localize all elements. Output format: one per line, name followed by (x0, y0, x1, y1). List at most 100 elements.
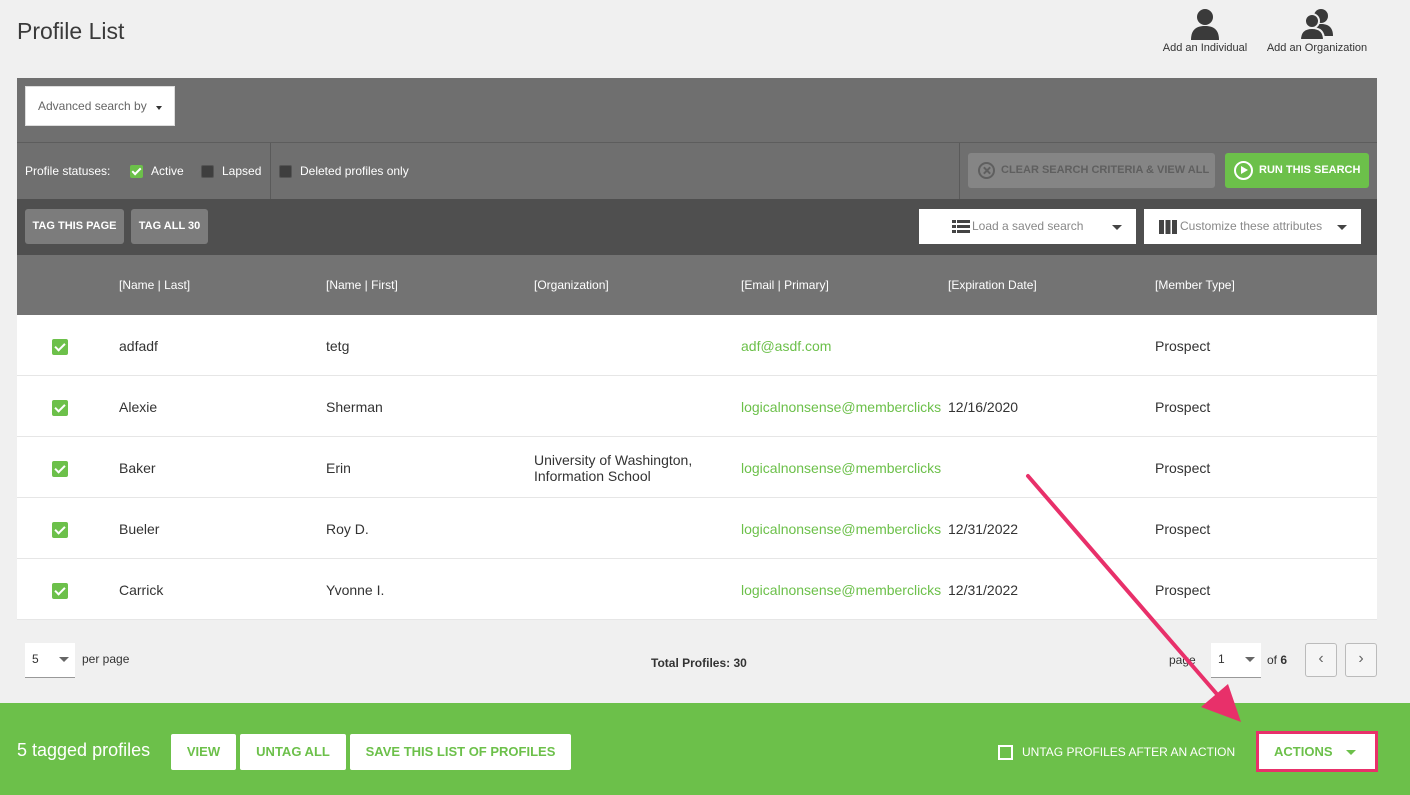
per-page-label: per page (82, 652, 130, 666)
cell-member-type: Prospect (1155, 521, 1211, 537)
person-icon (1191, 9, 1219, 40)
run-search-label: RUN THIS SEARCH (1259, 164, 1361, 176)
table-header: [Name | Last] [Name | First] [Organizati… (17, 255, 1377, 315)
cell-first-name: Erin (326, 460, 351, 476)
lapsed-checkbox[interactable] (201, 165, 214, 178)
cell-email-link[interactable]: logicalnonsense@memberclicks (741, 460, 941, 476)
active-label: Active (151, 164, 184, 178)
column-header-first-name[interactable]: [Name | First] (326, 278, 398, 292)
cell-last-name: Alexie (119, 399, 158, 415)
page-value: 1 (1218, 652, 1225, 666)
page-select[interactable]: 1 (1211, 643, 1261, 678)
columns-icon (1159, 220, 1177, 234)
add-individual-label: Add an Individual (1162, 42, 1248, 54)
table-toolbar: TAG THIS PAGE TAG ALL 30 Load a saved se… (17, 199, 1377, 255)
row-tag-checkbox[interactable] (52, 400, 68, 416)
add-organization-label: Add an Organization (1266, 42, 1368, 54)
cell-last-name: Baker (119, 460, 156, 476)
status-row: Profile statuses: Active Lapsed Deleted … (17, 143, 1377, 199)
view-button[interactable]: VIEW (171, 734, 236, 770)
people-icon (1300, 9, 1333, 40)
caret-down-icon (59, 657, 69, 662)
column-header-expiration[interactable]: [Expiration Date] (948, 278, 1037, 292)
actions-label: ACTIONS (1274, 744, 1333, 759)
caret-down-icon (1112, 225, 1122, 230)
untag-after-action-label: UNTAG PROFILES AFTER AN ACTION (1022, 745, 1236, 759)
play-circle-icon (1234, 161, 1253, 180)
customize-attributes-dropdown[interactable]: Customize these attributes (1144, 209, 1361, 244)
cell-member-type: Prospect (1155, 338, 1211, 354)
cell-organization: University of Washington, Information Sc… (534, 452, 734, 484)
actions-button[interactable]: ACTIONS (1256, 731, 1378, 772)
pagination-bar: 5 per page Total Profiles: 30 page 1 of … (17, 621, 1377, 703)
cell-expiration: 12/31/2022 (948, 582, 1019, 598)
add-organization-button[interactable]: Add an Organization (1262, 8, 1372, 54)
cell-email-link[interactable]: logicalnonsense@memberclicks (741, 399, 941, 415)
caret-down-icon (156, 106, 162, 110)
cell-first-name: Yvonne I. (326, 582, 385, 598)
table-row: adfadf tetg adf@asdf.com Prospect (17, 315, 1377, 376)
per-page-select[interactable]: 5 (25, 643, 75, 678)
total-pages-label: of 6 (1267, 653, 1287, 667)
profile-statuses-label: Profile statuses: (25, 164, 111, 178)
active-checkbox[interactable] (130, 165, 143, 178)
untag-all-button[interactable]: UNTAG ALL (240, 734, 346, 770)
tagged-profiles-bar: 5 tagged profiles VIEW UNTAG ALL SAVE TH… (0, 703, 1410, 795)
column-header-organization[interactable]: [Organization] (534, 278, 609, 292)
row-tag-checkbox[interactable] (52, 522, 68, 538)
save-list-button[interactable]: SAVE THIS LIST OF PROFILES (350, 734, 571, 770)
profile-table: adfadf tetg adf@asdf.com Prospect Alexie… (17, 315, 1377, 620)
page-label: page (1169, 653, 1196, 667)
cell-organization-line: Information School (534, 468, 651, 484)
cell-member-type: Prospect (1155, 460, 1211, 476)
of-label: of (1267, 653, 1278, 667)
load-saved-search-label: Load a saved search (972, 219, 1084, 233)
advanced-search-label: Advanced search by (38, 99, 147, 113)
search-panel: Advanced search by Profile statuses: Act… (17, 78, 1377, 199)
caret-down-icon (1245, 657, 1255, 662)
column-header-member-type[interactable]: [Member Type] (1155, 278, 1235, 292)
tagged-count: 5 tagged profiles (17, 740, 151, 760)
row-tag-checkbox[interactable] (52, 339, 68, 355)
tag-all-button[interactable]: TAG ALL 30 (131, 209, 208, 244)
tag-this-page-button[interactable]: TAG THIS PAGE (25, 209, 124, 244)
previous-page-button[interactable]: ‹ (1305, 643, 1337, 677)
cell-first-name: tetg (326, 338, 350, 354)
cell-email-link[interactable]: adf@asdf.com (741, 338, 831, 354)
total-pages: 6 (1280, 653, 1288, 667)
clear-search-label: CLEAR SEARCH CRITERIA & VIEW ALL (1001, 164, 1210, 176)
cell-expiration: 12/31/2022 (948, 521, 1019, 537)
cell-last-name: adfadf (119, 338, 158, 354)
load-saved-search-dropdown[interactable]: Load a saved search (919, 209, 1136, 244)
row-tag-checkbox[interactable] (52, 461, 68, 477)
cell-email-link[interactable]: logicalnonsense@memberclicks (741, 521, 941, 537)
cell-first-name: Sherman (326, 399, 383, 415)
add-individual-button[interactable]: Add an Individual (1150, 8, 1260, 54)
cell-member-type: Prospect (1155, 399, 1211, 415)
caret-down-icon (1337, 225, 1347, 230)
table-row: Baker Erin University of Washington, Inf… (17, 437, 1377, 498)
untag-after-action-checkbox[interactable] (998, 745, 1013, 760)
cell-email-link[interactable]: logicalnonsense@memberclicks (741, 582, 941, 598)
per-page-value: 5 (32, 652, 39, 666)
page-title: Profile List (17, 18, 125, 44)
column-header-email[interactable]: [Email | Primary] (741, 278, 829, 292)
cell-expiration: 12/16/2020 (948, 399, 1019, 415)
cell-last-name: Carrick (119, 582, 164, 598)
deleted-only-checkbox[interactable] (279, 165, 292, 178)
run-search-button[interactable]: RUN THIS SEARCH (1225, 153, 1369, 188)
caret-down-icon (1346, 750, 1356, 755)
column-header-last-name[interactable]: [Name | Last] (119, 278, 190, 292)
row-tag-checkbox[interactable] (52, 583, 68, 599)
cell-organization-line: University of Washington, (534, 452, 693, 468)
lapsed-label: Lapsed (222, 164, 262, 178)
list-icon (952, 220, 970, 233)
table-row: Carrick Yvonne I. logicalnonsense@member… (17, 559, 1377, 620)
deleted-only-label: Deleted profiles only (300, 164, 409, 178)
advanced-search-dropdown[interactable]: Advanced search by (25, 86, 175, 126)
next-page-button[interactable]: › (1345, 643, 1377, 677)
clear-search-button[interactable]: CLEAR SEARCH CRITERIA & VIEW ALL (968, 153, 1215, 188)
status-divider (270, 143, 271, 199)
cell-last-name: Bueler (119, 521, 160, 537)
customize-attributes-label: Customize these attributes (1180, 219, 1323, 233)
